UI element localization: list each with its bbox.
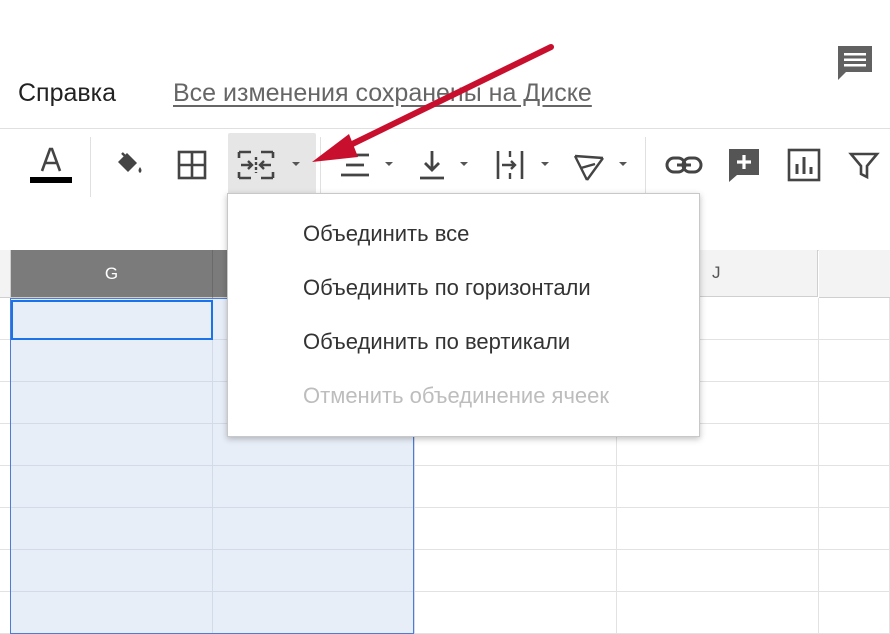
menu-bar: Справка Все изменения сохранены на Диске <box>0 0 890 128</box>
toolbar <box>0 128 890 202</box>
grid-cell[interactable] <box>213 508 415 550</box>
grid-cell[interactable] <box>819 508 890 550</box>
merge-dropdown-menu: Объединить все Объединить по горизонтали… <box>227 193 700 437</box>
grid-cell[interactable] <box>819 466 890 508</box>
comments-icon[interactable] <box>834 42 876 84</box>
valign-dropdown-arrow[interactable] <box>459 159 469 169</box>
text-color-icon[interactable] <box>26 143 76 187</box>
row-header[interactable] <box>0 508 11 550</box>
row-header[interactable] <box>0 298 11 340</box>
menu-option-merge-vertical[interactable]: Объединить по вертикали <box>303 329 570 355</box>
row-header[interactable] <box>0 424 11 466</box>
menu-option-merge-horizontal[interactable]: Объединить по горизонтали <box>303 275 591 301</box>
row-header[interactable] <box>0 550 11 592</box>
grid-cell[interactable] <box>11 550 213 592</box>
grid-cell[interactable] <box>819 424 890 466</box>
row-header[interactable] <box>0 382 11 424</box>
align-dropdown-arrow[interactable] <box>384 159 394 169</box>
row-header[interactable] <box>0 466 11 508</box>
merge-cells-icon[interactable] <box>232 143 280 187</box>
grid-cell[interactable] <box>819 340 890 382</box>
grid-cell[interactable] <box>819 550 890 592</box>
rotate-dropdown-arrow[interactable] <box>618 159 628 169</box>
column-header-g[interactable]: G <box>11 250 213 298</box>
text-wrap-icon[interactable] <box>490 143 530 187</box>
wrap-dropdown-arrow[interactable] <box>540 159 550 169</box>
add-comment-icon[interactable] <box>726 143 762 187</box>
toolbar-separator <box>320 137 321 197</box>
grid-cell[interactable] <box>819 298 890 340</box>
grid-cell[interactable] <box>213 466 415 508</box>
grid-cell[interactable] <box>11 340 213 382</box>
filter-icon[interactable] <box>846 143 882 187</box>
grid-cell[interactable] <box>617 592 819 634</box>
grid-cell[interactable] <box>11 424 213 466</box>
row-header[interactable] <box>0 340 11 382</box>
grid-cell[interactable] <box>415 592 617 634</box>
grid-cell[interactable] <box>415 550 617 592</box>
paint-bucket-icon[interactable] <box>108 143 148 187</box>
column-header-k[interactable] <box>819 250 890 298</box>
merge-dropdown-arrow[interactable] <box>291 159 301 169</box>
grid-cell[interactable] <box>11 298 213 340</box>
grid-cell[interactable] <box>415 466 617 508</box>
text-rotate-icon[interactable] <box>570 143 608 187</box>
row-header[interactable] <box>0 592 11 634</box>
grid-cell[interactable] <box>819 592 890 634</box>
chart-icon[interactable] <box>786 143 822 187</box>
save-status-link[interactable]: Все изменения сохранены на Диске <box>173 79 592 108</box>
grid-cell[interactable] <box>11 466 213 508</box>
menu-option-merge-all[interactable]: Объединить все <box>303 221 469 247</box>
align-center-icon[interactable] <box>335 143 375 187</box>
link-icon[interactable] <box>662 143 706 187</box>
valign-bottom-icon[interactable] <box>415 143 449 187</box>
grid-cell[interactable] <box>819 382 890 424</box>
grid-cell[interactable] <box>11 592 213 634</box>
grid-cell[interactable] <box>617 508 819 550</box>
grid-cell[interactable] <box>11 508 213 550</box>
menu-option-unmerge: Отменить объединение ячеек <box>303 383 610 408</box>
grid-cell[interactable] <box>617 550 819 592</box>
grid-cell[interactable] <box>415 508 617 550</box>
grid-cell[interactable] <box>213 550 415 592</box>
menu-help[interactable]: Справка <box>18 79 116 108</box>
grid-cell[interactable] <box>617 466 819 508</box>
grid-cell[interactable] <box>213 592 415 634</box>
borders-icon[interactable] <box>172 143 212 187</box>
toolbar-separator <box>645 137 646 197</box>
row-header-corner <box>0 250 11 298</box>
toolbar-separator <box>90 137 91 197</box>
grid-cell[interactable] <box>11 382 213 424</box>
